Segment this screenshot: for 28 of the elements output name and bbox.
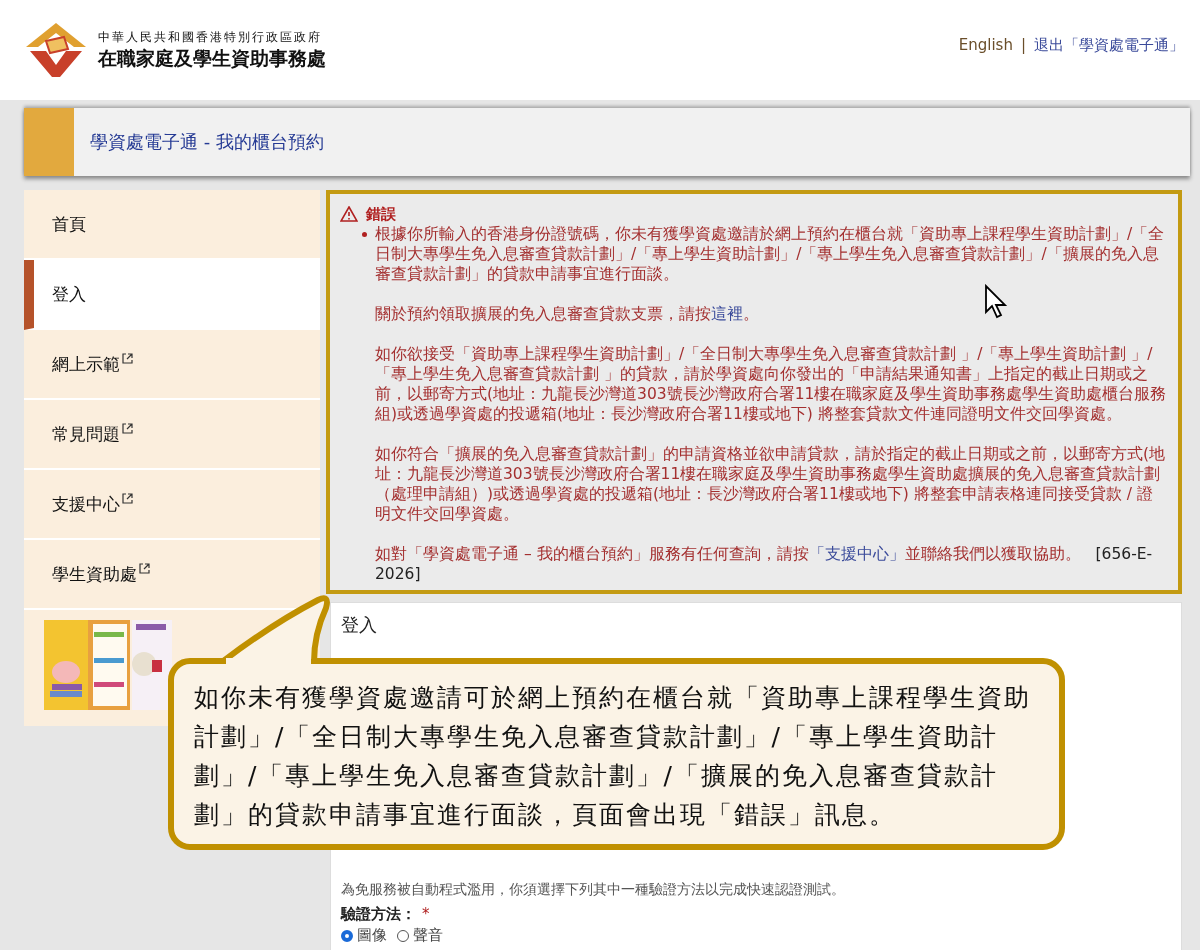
inline-link[interactable]: 「支援中心」 — [808, 545, 905, 563]
field-label: 驗證方法： — [341, 905, 416, 924]
warning-icon — [340, 206, 358, 222]
error-paragraph: 如對「學資處電子通 – 我的櫃台預約」服務有任何查詢，請按「支援中心」並聯絡我們以獲取協助。 [656-E-2026] — [375, 544, 1154, 584]
error-paragraph: 如你欲接受「資助專上課程學生資助計劃」/「全日制大專學生免入息審查貸款計劃 」/「專上學生資助計劃 」/「專上學生免入息審查貸款計劃 」的貸款，請於學資處向你發出的「申請結果通知書」上指定的截止日期或之前，以郵寄方式(地址：九龍長沙灣道303號長沙灣政府合署11樓在職家庭及學生資助事務處學生資助處櫃台服務組)或透過學資處的投遞箱(地址：長沙灣政府合署11樓或地下) 將整套貸款文件連同證明文件交回學資處。 — [375, 344, 1168, 424]
radio-option[interactable]: 聲音 — [397, 926, 443, 945]
error-paragraph: 如你符合「擴展的免入息審查貸款計劃」的申請資格並欲申請貸款，請於指定的截止日期或之前，以郵寄方式(地址：九龍長沙灣道303號長沙灣政府合署11樓在職家庭及學生資助事務處學生資助處擴展的免入息審查貸款計劃（處理申請組）)或透過學資處的投遞箱(地址：長沙灣政府合署11樓或地下) 將整套申請表格連同接受貸款 / 證明文件交回學資處。 — [375, 444, 1167, 524]
inline-link[interactable]: 這裡 — [711, 305, 743, 323]
page-title: 學資處電子通 - 我的櫃台預約 — [90, 130, 324, 154]
language-link[interactable]: English — [958, 36, 1013, 54]
accent-block — [24, 108, 74, 176]
government-name: 中華人民共和國香港特別行政區政府 — [98, 28, 323, 46]
error-paragraph: 關於預約領取擴展的免入息審查貸款支票，請按這裡。 — [375, 304, 760, 324]
error-title: 錯誤 — [366, 204, 396, 224]
logo-icon — [24, 21, 88, 79]
error-paragraph: 根據你所輸入的香港身份證號碼，你未有獲學資處邀請於網上預約在櫃台就「資助專上課程學生資助計劃」/「全日制大專學生免入息審查貸款計劃」/「專上學生資助計劃」/「專上學生免入息審查貸款計劃」/「擴展的免入息審查貸款計劃」的貸款申請事宜進行面談。 — [375, 224, 1166, 284]
instruction-text: 為免服務被自動程式濫用，你須選擇下列其中一種驗證方法以完成快速認證測試。 — [341, 881, 846, 899]
radio-option[interactable]: 圖像 — [341, 926, 387, 945]
sidebar-item[interactable]: 登入 — [24, 260, 320, 330]
radio-button[interactable] — [341, 929, 353, 942]
department-name: 在職家庭及學生資助事務處 — [98, 45, 326, 71]
logout-link[interactable]: 退出「學資處電子通」 — [1034, 35, 1184, 55]
section-heading: 登入 — [341, 613, 378, 637]
callout-text: 如你未有獲學資處邀請可於網上預約在櫃台就「資助專上課程學生資助計劃」/「全日制大專學生免入息審查貸款計劃」/「專上學生資助計劃」/「專上學生免入息審查貸款計劃」/「擴展的免入息審查貸款計劃」的貸款申請事宜進行面談，頁面會出現「錯誤」訊息。 — [194, 682, 1032, 831]
cursor-icon — [984, 284, 1008, 320]
bullet-icon — [362, 232, 367, 237]
required-mark: * — [422, 905, 430, 924]
separator: | — [1020, 36, 1026, 54]
